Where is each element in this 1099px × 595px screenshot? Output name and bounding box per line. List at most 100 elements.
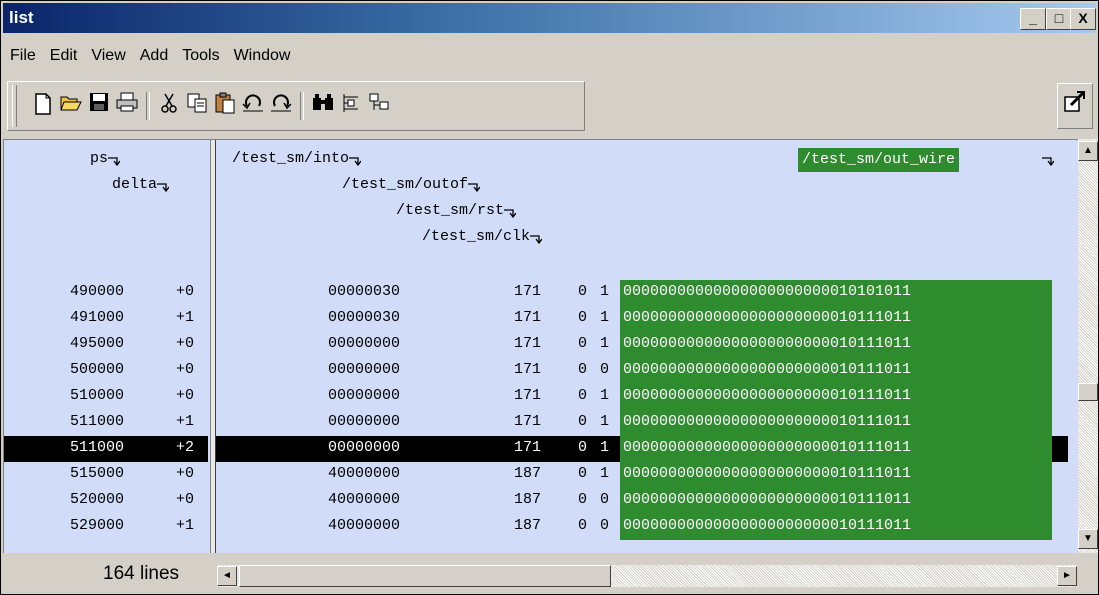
list-window: list _ □ X File Edit View Add Tools Window xyxy=(0,0,1099,595)
scroll-down-icon[interactable]: ▼ xyxy=(1078,529,1098,549)
cell-ps: 520000 xyxy=(70,491,125,508)
horizontal-scrollbar[interactable]: ◄ ► xyxy=(217,565,1077,587)
cell-out-wire: 00000000000000000000000010111011 xyxy=(623,387,912,404)
header-clk[interactable]: /test_sm/clk xyxy=(422,228,543,245)
cell-out-wire: 00000000000000000000000010111011 xyxy=(623,465,912,482)
cell-into: 40000000 xyxy=(328,465,401,482)
cell-delta: +0 xyxy=(176,361,195,378)
list-row[interactable]: 511000 +1 00000000 171 0 1 0000000000000000000… xyxy=(4,410,1078,436)
menu-window[interactable]: Window xyxy=(227,47,298,65)
scroll-up-icon[interactable]: ▲ xyxy=(1078,141,1098,161)
menu-file[interactable]: File xyxy=(3,47,43,65)
header-out-wire[interactable]: /test_sm/out_wire xyxy=(798,148,960,172)
menu-add[interactable]: Add xyxy=(133,47,175,65)
header-rst[interactable]: /test_sm/rst xyxy=(396,202,517,219)
cell-clk: 1 xyxy=(600,413,610,430)
vertical-scroll-thumb[interactable] xyxy=(1078,383,1098,401)
save-icon[interactable] xyxy=(86,92,112,120)
title-bar[interactable]: list _ □ X xyxy=(3,3,1096,33)
close-button[interactable]: X xyxy=(1070,8,1096,30)
menu-bar: File Edit View Add Tools Window xyxy=(3,47,297,73)
cell-clk: 0 xyxy=(600,361,610,378)
cell-ps: 500000 xyxy=(70,361,125,378)
split-icon[interactable] xyxy=(366,92,392,120)
header-delta[interactable]: delta xyxy=(112,176,170,193)
cell-rst: 0 xyxy=(578,491,588,508)
cell-clk: 0 xyxy=(600,517,610,534)
menu-tools[interactable]: Tools xyxy=(175,47,226,65)
scroll-right-icon[interactable]: ► xyxy=(1057,566,1077,586)
new-icon[interactable] xyxy=(30,92,56,120)
cell-rst: 0 xyxy=(578,413,588,430)
menu-view[interactable]: View xyxy=(84,47,132,65)
cell-rst: 0 xyxy=(578,465,588,482)
list-row[interactable]: 500000 +0 00000000 171 0 0 0000000000000000000… xyxy=(4,358,1078,384)
cell-into: 00000000 xyxy=(328,335,401,352)
header-into[interactable]: /test_sm/into xyxy=(232,150,362,167)
dropdown-arrow-icon xyxy=(504,208,517,218)
cut-icon[interactable] xyxy=(156,92,182,120)
list-pane: ps delta /test_sm/into /test_sm/outof /t… xyxy=(3,139,1078,553)
cell-clk: 0 xyxy=(600,491,610,508)
dropdown-arrow-icon xyxy=(108,156,121,166)
print-icon[interactable] xyxy=(114,92,140,120)
cell-delta: +0 xyxy=(176,387,195,404)
paste-icon[interactable] xyxy=(212,92,238,120)
status-bar: 164 lines ◄ ► xyxy=(3,555,1098,593)
out-wire-cell: 00000000000000000000000010111011 xyxy=(620,332,1052,358)
undock-icon[interactable] xyxy=(1057,83,1093,129)
cell-rst: 0 xyxy=(578,361,588,378)
cell-into: 00000000 xyxy=(328,387,401,404)
list-row[interactable]: 495000 +0 00000000 171 0 1 0000000000000000000… xyxy=(4,332,1078,358)
toolbar-grip[interactable] xyxy=(12,85,17,127)
out-wire-cell: 00000000000000000000000010111011 xyxy=(620,306,1052,332)
out-wire-cell: 00000000000000000000000010111011 xyxy=(620,488,1052,514)
cell-outof: 171 xyxy=(514,335,542,352)
cell-outof: 171 xyxy=(514,413,542,430)
out-wire-cell: 00000000000000000000000010111011 xyxy=(620,410,1052,436)
cell-outof: 171 xyxy=(514,309,542,326)
cell-into: 00000000 xyxy=(328,361,401,378)
cell-ps: 515000 xyxy=(70,465,125,482)
combine-icon[interactable] xyxy=(338,92,364,120)
cell-outof: 171 xyxy=(514,361,542,378)
list-row[interactable]: 515000 +0 40000000 187 0 1 0000000000000000000… xyxy=(4,462,1078,488)
list-row[interactable]: 511000 +2 00000000 171 0 1 0000000000000000000… xyxy=(4,436,1078,462)
cell-rst: 0 xyxy=(578,283,588,300)
cell-rst: 0 xyxy=(578,387,588,404)
header-ps[interactable]: ps xyxy=(90,150,121,167)
header-outof[interactable]: /test_sm/outof xyxy=(342,176,481,193)
cell-out-wire: 00000000000000000000000010111011 xyxy=(623,361,912,378)
cell-ps: 491000 xyxy=(70,309,125,326)
cell-outof: 171 xyxy=(514,283,542,300)
list-row[interactable]: 490000 +0 00000030 171 0 1 0000000000000000000… xyxy=(4,280,1078,306)
horizontal-scroll-thumb[interactable] xyxy=(239,565,611,587)
cell-out-wire: 00000000000000000000000010111011 xyxy=(623,413,912,430)
cell-outof: 187 xyxy=(514,491,542,508)
cell-out-wire: 00000000000000000000000010101011 xyxy=(623,283,912,300)
list-row[interactable]: 520000 +0 40000000 187 0 0 0000000000000000000… xyxy=(4,488,1078,514)
open-icon[interactable] xyxy=(58,92,84,120)
find-icon[interactable] xyxy=(310,92,336,120)
dropdown-arrow-icon xyxy=(157,182,170,192)
redo-icon[interactable] xyxy=(268,92,294,120)
menu-edit[interactable]: Edit xyxy=(43,47,85,65)
undo-icon[interactable] xyxy=(240,92,266,120)
cell-into: 40000000 xyxy=(328,491,401,508)
cell-delta: +0 xyxy=(176,465,195,482)
list-row[interactable]: 510000 +0 00000000 171 0 1 0000000000000000000… xyxy=(4,384,1078,410)
list-row[interactable]: 529000 +1 40000000 187 0 0 0000000000000000000… xyxy=(4,514,1078,540)
cell-delta: +1 xyxy=(176,413,195,430)
out-wire-cell: 00000000000000000000000010111011 xyxy=(620,436,1052,462)
minimize-button[interactable]: _ xyxy=(1020,8,1046,30)
list-row[interactable]: 491000 +1 00000030 171 0 1 0000000000000000000… xyxy=(4,306,1078,332)
copy-icon[interactable] xyxy=(184,92,210,120)
cell-delta: +1 xyxy=(176,309,195,326)
cell-rst: 0 xyxy=(578,309,588,326)
vertical-scrollbar[interactable]: ▲ ▼ xyxy=(1078,139,1098,553)
scroll-left-icon[interactable]: ◄ xyxy=(217,566,237,586)
out-wire-cell: 00000000000000000000000010111011 xyxy=(620,514,1052,540)
cell-outof: 187 xyxy=(514,517,542,534)
maximize-button[interactable]: □ xyxy=(1046,8,1072,30)
out-wire-cell: 00000000000000000000000010101011 xyxy=(620,280,1052,306)
